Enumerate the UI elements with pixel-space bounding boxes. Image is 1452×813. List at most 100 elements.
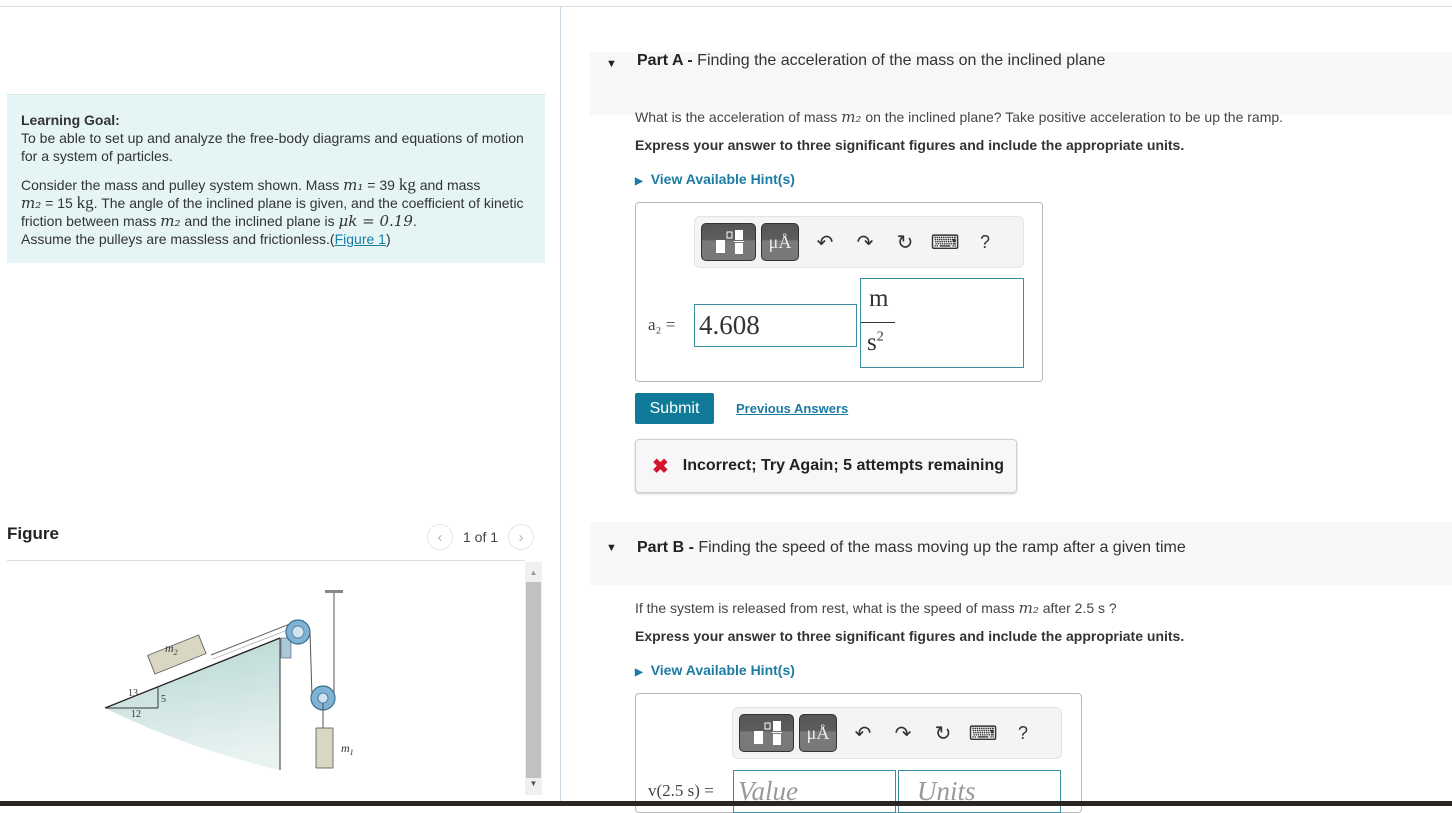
chevron-right-icon: › [518, 528, 524, 546]
text: If the system is released from rest, wha… [635, 600, 1019, 616]
keyboard-icon[interactable]: ⌨ [963, 714, 1003, 752]
part-b-answer-box: μÅ ↶ ↷ ↻ ⌨ ? v(2.5 s) = Value Units [635, 693, 1082, 813]
learning-goal-panel: Learning Goal: To be able to set up and … [7, 94, 545, 263]
text: What is the acceleration of mass [635, 109, 842, 125]
feedback-text: Incorrect; Try Again; 5 attempts remaini… [682, 457, 1005, 474]
text: and the inclined plane is [180, 213, 339, 229]
top-border [0, 6, 1452, 7]
part-b-variable-label: v(2.5 s) = [648, 781, 714, 800]
var-mu-k: μk = 0.19 [338, 212, 413, 230]
part-a-title: Part A - Finding the acceleration of the… [637, 52, 1105, 70]
feedback-message: ✖ Incorrect; Try Again; 5 attempts remai… [635, 439, 1017, 493]
var-m2: m₂ [160, 212, 181, 230]
part-a-instruction: Express your answer to three significant… [635, 137, 1185, 153]
math-toolbar: μÅ ↶ ↷ ↻ ⌨ ? [694, 216, 1024, 268]
unit-denominator: s2 [867, 329, 884, 357]
m1-label: m1 [341, 741, 354, 757]
lower-pulley-hub [317, 692, 329, 704]
text: on the inclined plane? Take positive acc… [861, 109, 1284, 125]
part-b-label: Part B - [637, 539, 694, 556]
undo-icon[interactable]: ↶ [843, 714, 883, 752]
var-m1: m₁ [343, 176, 364, 194]
chevron-left-icon: ‹ [437, 528, 443, 546]
help-icon[interactable]: ? [1003, 714, 1043, 752]
keyboard-icon[interactable]: ⌨ [925, 223, 965, 261]
scroll-up-icon[interactable]: ▲ [525, 564, 542, 580]
part-b-hint-toggle[interactable]: ▶ View Available Hint(s) [635, 662, 795, 678]
part-b-value-input[interactable]: Value [733, 770, 896, 813]
ceiling-mount [325, 590, 343, 593]
top-pulley-hub [291, 625, 305, 639]
collapse-triangle-icon[interactable]: ▼ [606, 58, 617, 70]
unit-kg: kg [76, 193, 94, 212]
block-m1 [315, 727, 334, 769]
templates-button[interactable] [701, 223, 756, 261]
unit-s: s [867, 329, 877, 356]
part-a-answer-box: μÅ ↶ ↷ ↻ ⌨ ? a₂ = 4.608 m s2 [635, 202, 1043, 382]
unit-kg: kg [398, 175, 416, 194]
var-m2: m₂ [841, 108, 862, 126]
scrollbar-thumb[interactable] [526, 582, 541, 778]
m2-label: m2 [165, 641, 178, 657]
text: and mass [415, 177, 481, 193]
problem-statement: Consider the mass and pulley system show… [21, 176, 531, 248]
part-a-hint-toggle[interactable]: ▶ View Available Hint(s) [635, 171, 795, 187]
learning-goal-title: Learning Goal: [21, 112, 120, 128]
reset-icon[interactable]: ↻ [885, 223, 925, 261]
learning-goal-description: To be able to set up and analyze the fre… [21, 130, 524, 164]
part-b-title: Part B - Finding the speed of the mass m… [637, 539, 1186, 557]
hint-label: View Available Hint(s) [650, 662, 795, 678]
templates-icon [715, 230, 744, 254]
var-m2: m₂ [1018, 599, 1039, 617]
text: after 2.5 s ? [1038, 600, 1117, 616]
text: ) [385, 231, 391, 247]
rope-down [309, 631, 313, 697]
text: = 15 [41, 195, 77, 211]
scroll-down-icon[interactable]: ▼ [525, 775, 542, 791]
figure-title: Figure [7, 524, 59, 543]
text: = 39 [363, 177, 399, 193]
figure-count: 1 of 1 [463, 529, 499, 545]
part-a-title-text: Finding the acceleration of the mass on … [692, 52, 1106, 69]
part-a-question: What is the acceleration of mass m₂ on t… [635, 108, 1283, 126]
text: . [412, 213, 417, 229]
part-b-instruction: Express your answer to three significant… [635, 628, 1185, 644]
next-figure-button[interactable]: › [508, 524, 535, 550]
part-a-header[interactable]: ▼ Part A - Finding the acceleration of t… [590, 52, 1452, 115]
part-b-units-input[interactable]: Units [898, 770, 1061, 813]
part-a-value-input[interactable]: 4.608 [694, 304, 857, 347]
collapse-triangle-icon[interactable]: ▼ [606, 542, 617, 554]
part-b-question: If the system is released from rest, wha… [635, 599, 1117, 617]
figure-scrollbar[interactable]: ▲ ▼ [525, 562, 542, 795]
part-a-units-input[interactable]: m s2 [860, 278, 1024, 368]
part-a-variable-label: a₂ = [648, 315, 676, 334]
part-b-title-text: Finding the speed of the mass moving up … [693, 539, 1186, 556]
figure-divider [7, 560, 525, 561]
part-a-label: Part A - [637, 52, 693, 69]
column-divider [560, 7, 561, 801]
hint-label: View Available Hint(s) [650, 171, 795, 187]
slope-rise-label: 5 [161, 694, 166, 705]
pulley-system-figure: 13 5 12 m2 m1 [104, 590, 354, 770]
units-button[interactable]: μÅ [761, 223, 799, 261]
templates-button[interactable] [739, 714, 794, 752]
submit-button[interactable]: Submit [635, 393, 714, 424]
reset-icon[interactable]: ↻ [923, 714, 963, 752]
caret-right-icon: ▶ [635, 667, 643, 678]
caret-right-icon: ▶ [635, 176, 643, 187]
var-m2: m₂ [21, 194, 42, 212]
previous-answers-link[interactable]: Previous Answers [736, 401, 848, 416]
part-b-header[interactable]: ▼ Part B - Finding the speed of the mass… [590, 522, 1452, 585]
unit-exponent: 2 [876, 329, 884, 345]
prev-figure-button[interactable]: ‹ [427, 524, 453, 550]
undo-icon[interactable]: ↶ [805, 223, 845, 261]
text: Assume the pulleys are massless and fric… [21, 231, 330, 247]
bottom-bar [0, 801, 1452, 806]
figure-link[interactable]: Figure 1 [335, 231, 386, 247]
redo-icon[interactable]: ↷ [883, 714, 923, 752]
help-icon[interactable]: ? [965, 223, 1005, 261]
units-button[interactable]: μÅ [799, 714, 837, 752]
slope-run-label: 12 [131, 709, 141, 720]
redo-icon[interactable]: ↷ [845, 223, 885, 261]
templates-icon [753, 721, 782, 745]
